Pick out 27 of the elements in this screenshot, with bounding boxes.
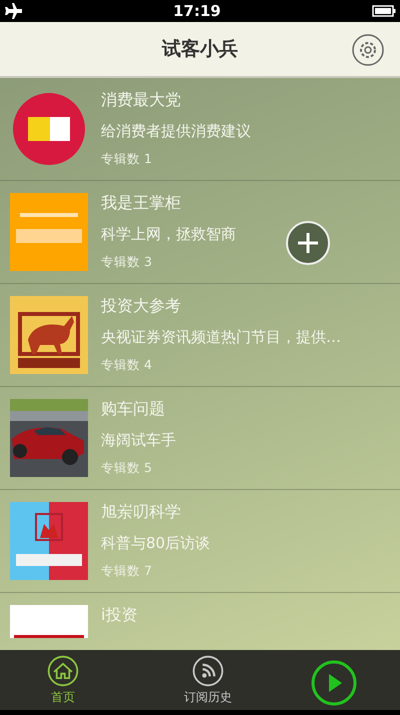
album-count: 专辑数 4 [101,357,153,373]
item-title[interactable]: 旭岽叨科学 [101,502,210,522]
album-count: 专辑数 3 [101,254,153,270]
item-description: 科学上网，拯救智商 [101,224,236,244]
album-count: 专辑数 7 [101,563,153,579]
play-button[interactable] [311,660,357,706]
item-title[interactable]: 我是王掌柜 [101,193,236,213]
item-description: 给消费者提供消费建议 [101,121,251,141]
item-description: 海阔试车手 [101,430,176,450]
tab[interactable]: 首页 [18,654,108,706]
rss-icon [191,654,225,688]
header-title: 试客小兵 [162,36,238,62]
album-count: 专辑数 1 [101,151,153,167]
airplane-icon [4,3,22,19]
item-title[interactable]: 消费最大党 [101,90,251,110]
item-title[interactable]: i投资 [101,605,138,625]
item-title[interactable]: 购车问题 [101,399,176,419]
status-time: 17:19 [173,0,221,22]
item-title[interactable]: 投资大参考 [101,296,341,316]
settings-icon[interactable] [352,34,384,66]
home-icon [46,654,80,688]
battery-icon [372,5,396,17]
item-description: 央视证券资讯频道热门节目，提供… [101,327,341,347]
tab[interactable]: 订阅历史 [163,654,253,706]
album-count: 专辑数 5 [101,460,153,476]
play-icon [311,660,357,706]
item-description: 科普与80后访谈 [101,533,210,553]
